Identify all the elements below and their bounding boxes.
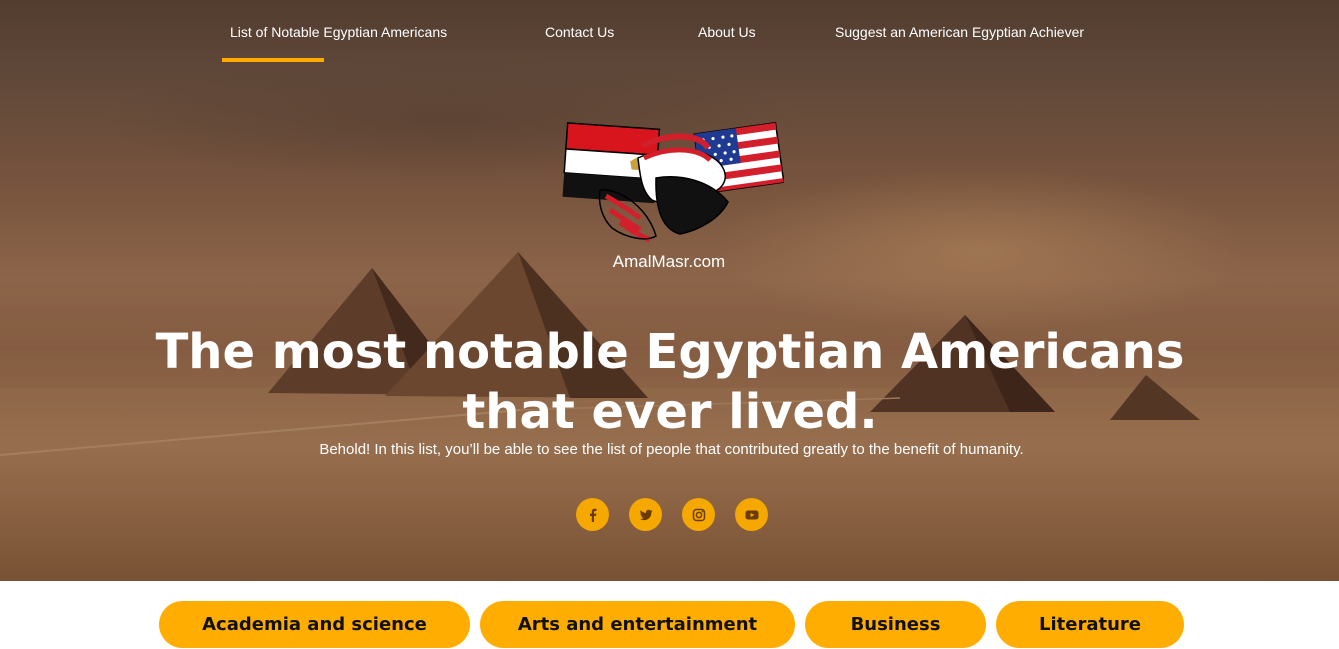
top-navigation: List of Notable Egyptian Americans Conta…	[0, 0, 1339, 70]
instagram-icon[interactable]	[682, 498, 715, 531]
hero-banner: List of Notable Egyptian Americans Conta…	[0, 0, 1339, 581]
hero-title: The most notable Egyptian Americans that…	[155, 324, 1185, 441]
nav-item-suggest[interactable]: Suggest an American Egyptian Achiever	[835, 24, 1084, 40]
nav-item-notable-list[interactable]: List of Notable Egyptian Americans	[230, 24, 447, 40]
youtube-icon[interactable]	[735, 498, 768, 531]
facebook-icon[interactable]	[576, 498, 609, 531]
category-bar: Academia and science Arts and entertainm…	[0, 581, 1339, 649]
twitter-icon[interactable]	[629, 498, 662, 531]
hero-subtitle: Behold! In this list, you’ll be able to …	[319, 441, 1024, 458]
active-nav-indicator	[222, 58, 324, 62]
handshake-flags-logo-icon[interactable]	[560, 118, 784, 248]
category-literature-button[interactable]: Literature	[996, 601, 1184, 648]
hero-overlay	[0, 0, 1339, 581]
nav-item-contact[interactable]: Contact Us	[545, 24, 614, 40]
nav-item-about[interactable]: About Us	[698, 24, 756, 40]
category-arts-entertainment-button[interactable]: Arts and entertainment	[480, 601, 795, 648]
category-business-button[interactable]: Business	[805, 601, 986, 648]
logo-text: AmalMasr.com	[612, 252, 726, 271]
category-academia-science-button[interactable]: Academia and science	[159, 601, 470, 648]
